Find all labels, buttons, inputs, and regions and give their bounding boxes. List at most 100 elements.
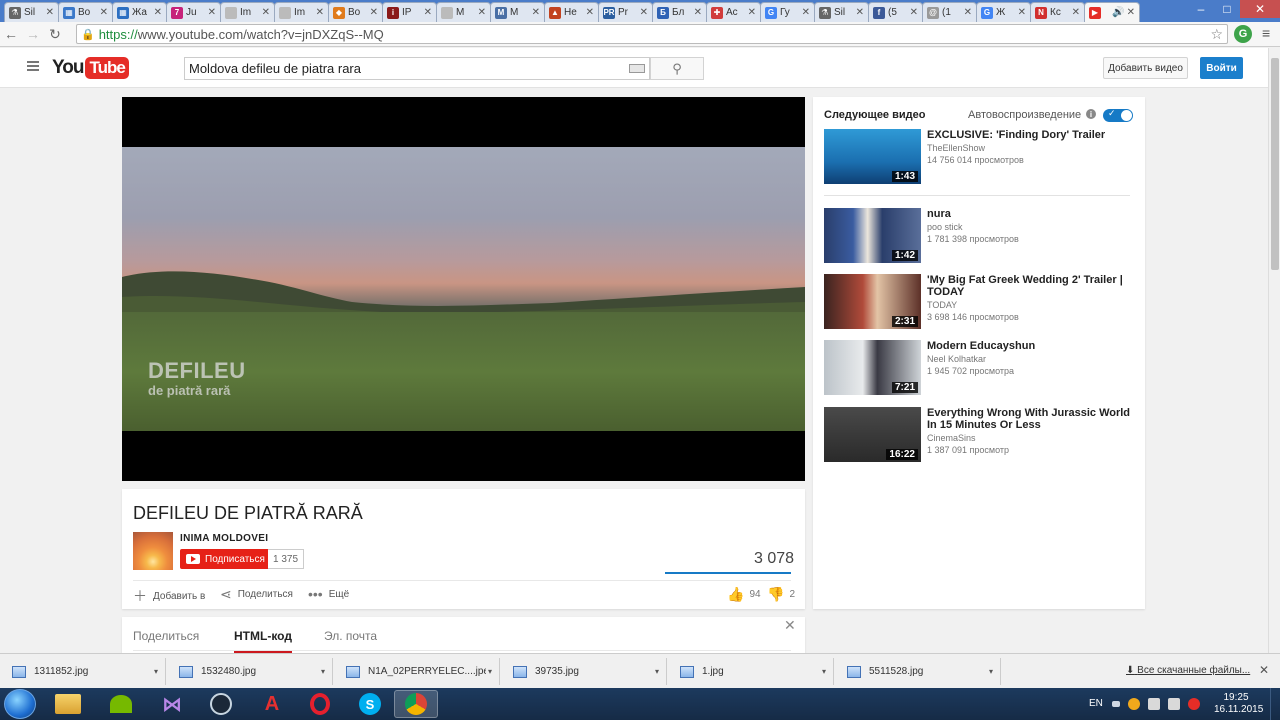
page-scrollbar[interactable] xyxy=(1268,48,1280,653)
share-tab-email[interactable]: Эл. почта xyxy=(324,629,377,643)
channel-avatar[interactable] xyxy=(133,532,173,570)
tab-close-icon[interactable]: ✕ xyxy=(154,7,162,18)
steam-taskbar-icon[interactable] xyxy=(199,690,243,718)
browser-tab[interactable]: ▲ Не ✕ xyxy=(544,2,599,22)
address-bar[interactable]: 🔒 https:// www.youtube.com/watch?v=jnDXZ… xyxy=(76,24,1228,44)
browser-tab[interactable]: ⚗ Sil ✕ xyxy=(4,2,59,22)
close-downloads-icon[interactable]: ✕ xyxy=(1259,663,1269,677)
skype-taskbar-icon[interactable]: S xyxy=(348,690,392,718)
video-thumbnail[interactable]: 1:43 xyxy=(824,129,921,184)
start-button[interactable] xyxy=(4,689,36,719)
related-video-item[interactable]: 16:22 Everything Wrong With Jurassic Worl… xyxy=(824,407,1134,463)
tab-close-icon[interactable]: ✕ xyxy=(208,7,216,18)
visual-studio-taskbar-icon[interactable]: ⋈ xyxy=(150,690,194,718)
video-thumbnail[interactable]: 2:31 xyxy=(824,274,921,329)
chrome-menu-icon[interactable]: ≡ xyxy=(1262,25,1270,41)
browser-tab[interactable]: @ (1 ✕ xyxy=(922,2,977,22)
tab-close-icon[interactable]: ✕ xyxy=(424,7,432,18)
search-input[interactable]: Moldova defileu de piatra rara xyxy=(184,57,650,80)
video-thumbnail[interactable]: 7:21 xyxy=(824,340,921,395)
browser-tab[interactable]: Б Бл ✕ xyxy=(652,2,707,22)
tab-close-icon[interactable]: ✕ xyxy=(694,7,702,18)
browser-tab[interactable]: Im ✕ xyxy=(274,2,329,22)
tab-close-icon[interactable]: ✕ xyxy=(964,7,972,18)
tab-close-icon[interactable]: ✕ xyxy=(370,7,378,18)
guide-menu-icon[interactable] xyxy=(27,61,39,71)
tab-close-icon[interactable]: ✕ xyxy=(586,7,594,18)
download-item[interactable]: 39735.jpg ▾ xyxy=(501,658,667,685)
download-item[interactable]: 5511528.jpg ▾ xyxy=(835,658,1001,685)
extension-icon[interactable]: G xyxy=(1234,25,1252,43)
download-menu-icon[interactable]: ▾ xyxy=(488,667,492,676)
more-button[interactable]: ••• Ещё xyxy=(308,586,349,602)
tab-close-icon[interactable]: ✕ xyxy=(1018,7,1026,18)
volume-icon[interactable] xyxy=(1168,698,1180,710)
tab-close-icon[interactable]: ✕ xyxy=(1127,7,1135,18)
browser-tab[interactable]: G Ж ✕ xyxy=(976,2,1031,22)
download-item[interactable]: 1532480.jpg ▾ xyxy=(167,658,333,685)
tab-close-icon[interactable]: ✕ xyxy=(478,7,486,18)
browser-tab[interactable]: f (5 ✕ xyxy=(868,2,923,22)
tab-close-icon[interactable]: ✕ xyxy=(748,7,756,18)
related-video-title[interactable]: Everything Wrong With Jurassic World In … xyxy=(927,407,1134,431)
download-menu-icon[interactable]: ▾ xyxy=(321,667,325,676)
close-window-button[interactable]: ✕ xyxy=(1240,0,1280,18)
video-thumbnail[interactable]: 16:22 xyxy=(824,407,921,462)
related-video-title[interactable]: 'My Big Fat Greek Wedding 2' Trailer | T… xyxy=(927,274,1134,298)
nvidia-taskbar-icon[interactable] xyxy=(99,690,143,718)
browser-tab[interactable]: G Гу ✕ xyxy=(760,2,815,22)
tab-close-icon[interactable]: ✕ xyxy=(532,7,540,18)
tab-close-icon[interactable]: ✕ xyxy=(910,7,918,18)
search-button[interactable]: ⚲ xyxy=(650,57,704,80)
related-video-item[interactable]: 2:31 'My Big Fat Greek Wedding 2' Trailer… xyxy=(824,274,1134,330)
signin-button[interactable]: Войти xyxy=(1200,57,1243,79)
download-menu-icon[interactable]: ▾ xyxy=(822,667,826,676)
browser-tab[interactable]: Im ✕ xyxy=(220,2,275,22)
forward-icon[interactable]: → xyxy=(22,26,44,42)
related-video-item[interactable]: 7:21 Modern Educayshun Neel Kolhatkar 1 945… xyxy=(824,340,1134,396)
info-icon[interactable]: i xyxy=(1086,109,1096,119)
browser-tab[interactable]: 7 Ju ✕ xyxy=(166,2,221,22)
tray-app-icon[interactable] xyxy=(1128,698,1140,710)
show-desktop-button[interactable] xyxy=(1270,688,1280,720)
show-all-downloads-link[interactable]: ⬇ Все скачанные файлы... xyxy=(1126,665,1250,676)
tab-close-icon[interactable]: ✕ xyxy=(856,7,864,18)
download-menu-icon[interactable]: ▾ xyxy=(655,667,659,676)
tab-close-icon[interactable]: ✕ xyxy=(316,7,324,18)
download-item[interactable]: 1.jpg ▾ xyxy=(668,658,834,685)
share-button[interactable]: ⋖ Поделиться xyxy=(220,586,293,603)
close-icon[interactable]: ✕ xyxy=(784,617,796,634)
like-button[interactable]: 👍 94 xyxy=(727,586,761,603)
add-to-button[interactable]: ＋ Добавить в xyxy=(133,586,205,606)
related-video-item[interactable]: 1:43 EXCLUSIVE: 'Finding Dory' Trailer The… xyxy=(824,129,1134,185)
browser-tab[interactable]: PR Pr ✕ xyxy=(598,2,653,22)
channel-name[interactable]: INIMA MOLDOVEI xyxy=(180,533,268,544)
maximize-button[interactable]: □ xyxy=(1214,0,1240,18)
related-video-title[interactable]: Modern Educayshun xyxy=(927,340,1134,352)
scrollbar-thumb[interactable] xyxy=(1271,58,1279,270)
opera-taskbar-icon[interactable] xyxy=(298,690,342,718)
keyboard-icon[interactable] xyxy=(629,64,645,73)
download-menu-icon[interactable]: ▾ xyxy=(154,667,158,676)
bookmark-star-icon[interactable]: ☆ xyxy=(1210,26,1223,43)
notification-icon[interactable] xyxy=(1188,698,1200,710)
tray-expand-icon[interactable] xyxy=(1112,701,1120,707)
taskbar-clock[interactable]: 19:25 16.11.2015 xyxy=(1214,692,1263,716)
back-icon[interactable]: ← xyxy=(0,26,22,42)
browser-tab[interactable]: ▶ 🔊 ✕ xyxy=(1084,2,1140,22)
browser-tab[interactable]: ▦ Во ✕ xyxy=(58,2,113,22)
minimize-button[interactable]: – xyxy=(1188,0,1214,18)
related-video-title[interactable]: EXCLUSIVE: 'Finding Dory' Trailer xyxy=(927,129,1134,141)
input-language[interactable]: EN xyxy=(1089,698,1103,709)
chrome-taskbar-icon[interactable] xyxy=(394,690,438,718)
related-video-item[interactable]: 1:42 nura poo stick 1 781 398 просмотров xyxy=(824,208,1134,264)
network-icon[interactable] xyxy=(1148,698,1160,710)
browser-tab[interactable]: ◆ Во ✕ xyxy=(328,2,383,22)
download-menu-icon[interactable]: ▾ xyxy=(989,667,993,676)
autoplay-toggle[interactable]: ✓ xyxy=(1103,108,1133,122)
browser-tab[interactable]: М ✕ xyxy=(436,2,491,22)
dislike-button[interactable]: 👎 2 xyxy=(767,586,795,603)
tab-close-icon[interactable]: ✕ xyxy=(1072,7,1080,18)
related-video-title[interactable]: nura xyxy=(927,208,1134,220)
tab-close-icon[interactable]: ✕ xyxy=(46,7,54,18)
